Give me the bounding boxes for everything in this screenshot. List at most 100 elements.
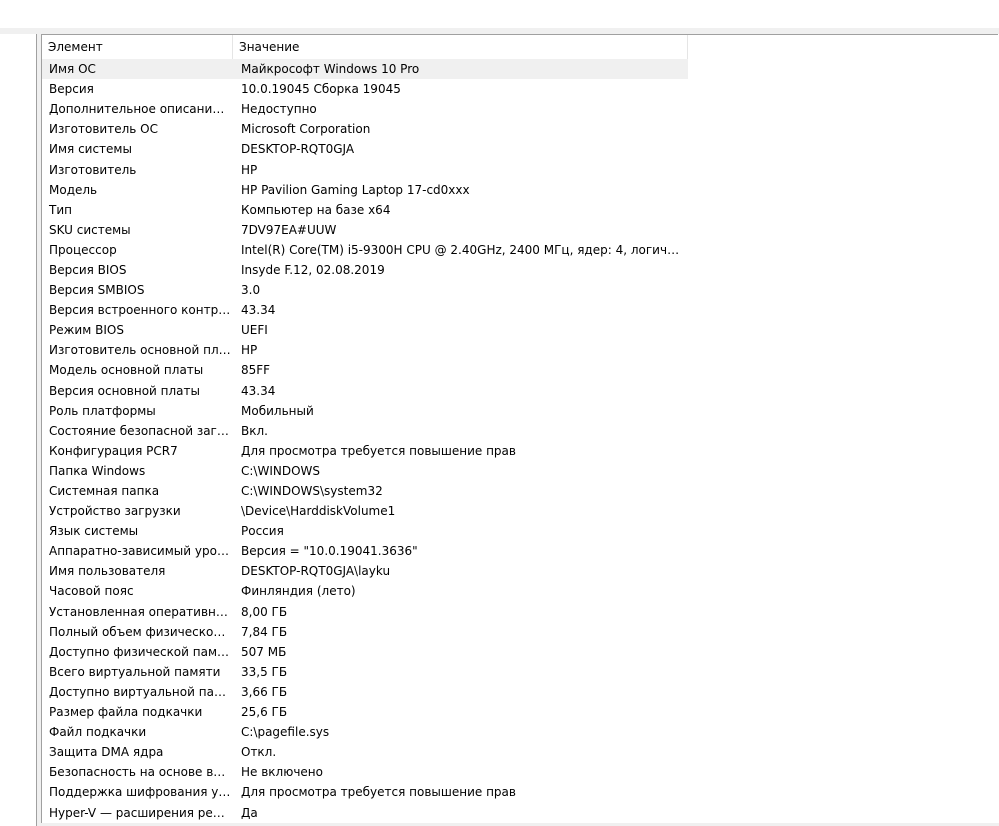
row-item-cell: Конфигурация PCR7: [49, 443, 178, 458]
table-row[interactable]: Полный объем физической па... 7,84 ГБ: [42, 622, 688, 642]
row-item-cell: Имя пользователя: [49, 564, 166, 579]
row-value-cell: 10.0.19045 Сборка 19045: [241, 82, 401, 97]
table-row[interactable]: Процессор Intel(R) Core(TM) i5-9300H CPU …: [42, 240, 688, 260]
table-row[interactable]: SKU системы 7DV97EA#UUW: [42, 220, 688, 240]
table-row[interactable]: Язык системы Россия: [42, 521, 688, 541]
row-value-cell: Insyde F.12, 02.08.2019: [241, 262, 385, 277]
row-value-cell: Финляндия (лето): [241, 584, 356, 599]
table-row[interactable]: Часовой пояс Финляндия (лето): [42, 581, 688, 601]
row-value-cell: Не включено: [241, 765, 323, 780]
window-top-area: [0, 0, 999, 28]
row-item-cell: Часовой пояс: [49, 584, 134, 599]
row-value-cell: Версия = "10.0.19041.3636": [241, 544, 418, 559]
column-header-item[interactable]: Элемент: [42, 35, 233, 59]
row-value-cell: Да: [241, 805, 258, 820]
row-item-cell: Состояние безопасной загруз...: [49, 423, 233, 438]
table-row[interactable]: Папка Windows C:\WINDOWS: [42, 461, 688, 481]
table-row[interactable]: Модель основной платы 85FF: [42, 360, 688, 380]
table-row[interactable]: Версия BIOS Insyde F.12, 02.08.2019: [42, 260, 688, 280]
row-item-cell: Аппаратно-зависимый уровен...: [49, 544, 233, 559]
table-row[interactable]: Всего виртуальной памяти 33,5 ГБ: [42, 662, 688, 682]
row-value-cell: Для просмотра требуется повышение прав: [241, 785, 516, 800]
table-row[interactable]: Hyper-V — расширения режи... Да: [42, 802, 688, 822]
table-row[interactable]: Режим BIOS UEFI: [42, 320, 688, 340]
row-item-cell: Размер файла подкачки: [49, 705, 203, 720]
list-rows: Имя ОС Майкрософт Windows 10 Pro Версия 10.…: [42, 59, 998, 823]
row-item-cell: Поддержка шифрования устр...: [49, 785, 233, 800]
system-summary-list[interactable]: Элемент Значение Имя ОС Майкрософт Window…: [41, 34, 998, 825]
row-value-cell: 43.34: [241, 303, 276, 318]
table-row[interactable]: Файл подкачки C:\pagefile.sys: [42, 722, 688, 742]
table-row[interactable]: Роль платформы Мобильный: [42, 401, 688, 421]
row-item-cell: Файл подкачки: [49, 725, 147, 740]
row-item-cell: Безопасность на основе вирту...: [49, 765, 233, 780]
table-row[interactable]: Доступно виртуальной памяти 3,66 ГБ: [42, 682, 688, 702]
row-value-cell: HP: [241, 162, 258, 177]
row-item-cell: Установленная оперативная п...: [49, 604, 233, 619]
table-row[interactable]: Имя пользователя DESKTOP-RQT0GJA\layku: [42, 561, 688, 581]
table-row[interactable]: Устройство загрузки \Device\HarddiskVolum…: [42, 501, 688, 521]
row-item-cell: Имя системы: [49, 142, 132, 157]
table-row[interactable]: Имя ОС Майкрософт Windows 10 Pro: [42, 59, 688, 80]
table-row[interactable]: Поддержка шифрования устр... Для просмотр…: [42, 782, 688, 802]
row-item-cell: Всего виртуальной памяти: [49, 664, 221, 679]
table-row[interactable]: Изготовитель HP: [42, 159, 688, 179]
table-row[interactable]: Тип Компьютер на базе x64: [42, 200, 688, 220]
table-row[interactable]: Системная папка C:\WINDOWS\system32: [42, 481, 688, 501]
table-row[interactable]: Версия 10.0.19045 Сборка 19045: [42, 79, 688, 99]
row-value-cell: C:\WINDOWS\system32: [241, 484, 383, 499]
table-row[interactable]: Безопасность на основе вирту... Не включе…: [42, 762, 688, 782]
table-row[interactable]: Версия встроенного контролл... 43.34: [42, 300, 688, 320]
row-item-cell: Системная папка: [49, 484, 160, 499]
row-value-cell: C:\pagefile.sys: [241, 725, 330, 740]
table-row[interactable]: Установленная оперативная п... 8,00 ГБ: [42, 602, 688, 622]
row-value-cell: 85FF: [241, 363, 271, 378]
row-item-cell: Роль платформы: [49, 403, 156, 418]
table-row[interactable]: Дополнительное описание ОС Недоступно: [42, 99, 688, 119]
table-row[interactable]: Размер файла подкачки 25,6 ГБ: [42, 702, 688, 722]
table-row[interactable]: Изготовитель основной платы HP: [42, 340, 688, 360]
table-row[interactable]: Защита DMA ядра Откл.: [42, 742, 688, 762]
table-row[interactable]: Имя системы DESKTOP-RQT0GJA: [42, 139, 688, 159]
row-item-cell: Режим BIOS: [49, 323, 124, 338]
row-item-cell: Доступно физической памяти: [49, 644, 233, 659]
row-item-cell: Hyper-V — расширения режи...: [49, 805, 233, 820]
table-row[interactable]: Доступно физической памяти 507 МБ: [42, 642, 688, 662]
row-value-cell: 507 МБ: [241, 644, 287, 659]
row-item-cell: Модель: [49, 182, 98, 197]
table-row[interactable]: Конфигурация PCR7 Для просмотра требуется…: [42, 441, 688, 461]
row-value-cell: 33,5 ГБ: [241, 664, 288, 679]
table-row[interactable]: Состояние безопасной загруз... Вкл.: [42, 421, 688, 441]
category-tree-pane[interactable]: [0, 34, 37, 826]
row-value-cell: Мобильный: [241, 403, 314, 418]
row-item-cell: Изготовитель: [49, 162, 137, 177]
table-row[interactable]: Версия SMBIOS 3.0: [42, 280, 688, 300]
row-value-cell: Intel(R) Core(TM) i5-9300H CPU @ 2.40GHz…: [241, 242, 688, 257]
row-item-cell: Модель основной платы: [49, 363, 204, 378]
row-value-cell: 7,84 ГБ: [241, 624, 288, 639]
row-item-cell: Версия встроенного контролл...: [49, 303, 233, 318]
row-item-cell: Имя ОС: [49, 62, 96, 77]
row-value-cell: HP: [241, 343, 258, 358]
row-item-cell: Защита DMA ядра: [49, 745, 164, 760]
row-value-cell: \Device\HarddiskVolume1: [241, 504, 396, 519]
row-value-cell: Вкл.: [241, 423, 268, 438]
row-item-cell: Язык системы: [49, 524, 139, 539]
row-item-cell: SKU системы: [49, 222, 131, 237]
row-item-cell: Папка Windows: [49, 463, 146, 478]
table-row[interactable]: Версия основной платы 43.34: [42, 381, 688, 401]
row-value-cell: 3.0: [241, 283, 261, 298]
table-row[interactable]: Изготовитель ОС Microsoft Corporation: [42, 119, 688, 139]
row-item-cell: Изготовитель основной платы: [49, 343, 233, 358]
column-header-value[interactable]: Значение: [233, 35, 688, 59]
row-item-cell: Версия SMBIOS: [49, 283, 145, 298]
row-value-cell: 8,00 ГБ: [241, 604, 288, 619]
row-value-cell: Компьютер на базе x64: [241, 202, 391, 217]
list-header: Элемент Значение: [42, 35, 688, 59]
table-row[interactable]: Аппаратно-зависимый уровен... Версия = "1…: [42, 541, 688, 561]
table-row[interactable]: Модель HP Pavilion Gaming Laptop 17-cd0xx…: [42, 180, 688, 200]
row-value-cell: Недоступно: [241, 102, 317, 117]
row-value-cell: Россия: [241, 524, 284, 539]
row-item-cell: Версия основной платы: [49, 383, 200, 398]
row-value-cell: 43.34: [241, 383, 276, 398]
